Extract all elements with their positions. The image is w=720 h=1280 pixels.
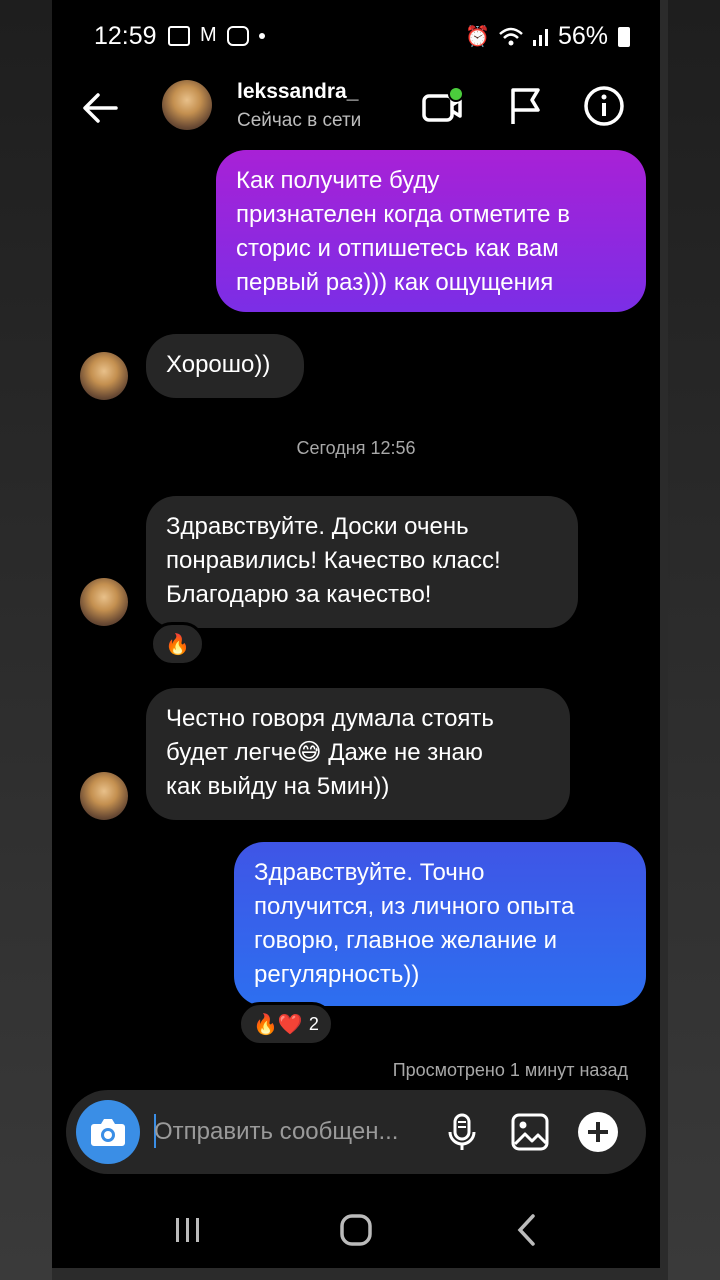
contact-avatar[interactable] [162, 80, 212, 130]
contact-name[interactable]: lekssandra_ [237, 80, 358, 104]
message-incoming[interactable]: Здравствуйте. Доски очень понравились! К… [146, 496, 578, 628]
instagram-notification-icon [226, 25, 249, 46]
status-right: ⏰ 56% [465, 22, 630, 51]
message-outgoing[interactable]: Здравствуйте. Точно получится, из личног… [234, 842, 646, 1006]
video-call-icon[interactable] [420, 84, 464, 128]
status-time: 12:59 [94, 22, 157, 50]
contact-status: Сейчас в сети [237, 110, 362, 131]
notification-icons: M [168, 24, 265, 47]
message-reaction[interactable]: 🔥❤️ 2 [238, 1002, 334, 1046]
more-notifications-dot [258, 32, 265, 39]
camera-button[interactable] [76, 1100, 140, 1164]
wifi-icon [499, 27, 523, 45]
message-incoming[interactable]: Честно говоря думала стоять будет легче😅… [146, 688, 570, 820]
back-nav-icon[interactable] [508, 1210, 548, 1250]
sender-avatar[interactable] [80, 772, 128, 820]
background-left [0, 0, 52, 1280]
chat-timestamp: Сегодня 12:56 [296, 438, 416, 458]
background-right [668, 0, 720, 1280]
reaction-count: 2 [308, 1013, 319, 1034]
fire-heart-reaction-icon: 🔥❤️ [253, 1013, 303, 1036]
flag-icon[interactable] [504, 84, 548, 128]
gallery-icon[interactable] [508, 1110, 552, 1154]
status-bar: 12:59 M ⏰ 56% [52, 18, 660, 58]
fire-reaction-icon: 🔥 [165, 633, 190, 656]
gallery-notification-icon [168, 25, 190, 46]
signal-icon [532, 28, 548, 46]
microphone-icon[interactable] [440, 1110, 484, 1154]
sender-avatar[interactable] [80, 352, 128, 400]
chat-header: lekssandra_ Сейчас в сети [52, 70, 660, 146]
battery-percent: 56% [557, 22, 608, 50]
battery-icon [618, 26, 630, 47]
camera-icon [91, 1119, 125, 1146]
alarm-icon: ⏰ [465, 26, 490, 48]
message-outgoing[interactable]: Как получите буду признателен когда отме… [216, 150, 646, 312]
message-reaction[interactable]: 🔥 [150, 622, 205, 666]
message-input[interactable] [154, 1112, 454, 1152]
sender-avatar[interactable] [80, 578, 128, 626]
system-nav-bar [52, 1190, 660, 1268]
add-plus-icon[interactable] [576, 1110, 620, 1154]
message-composer [66, 1090, 646, 1174]
gmail-notification-icon: M [200, 24, 217, 46]
home-icon[interactable] [336, 1210, 376, 1250]
seen-status: Просмотрено 1 минут назад [392, 1060, 628, 1080]
recent-apps-icon[interactable] [168, 1210, 208, 1250]
message-incoming[interactable]: Хорошо)) [146, 334, 304, 398]
back-arrow-icon[interactable] [76, 84, 124, 132]
info-icon[interactable] [582, 84, 626, 128]
phone-screen: 12:59 M ⏰ 56% lekssandra_ Сейчас в сети … [52, 0, 660, 1268]
